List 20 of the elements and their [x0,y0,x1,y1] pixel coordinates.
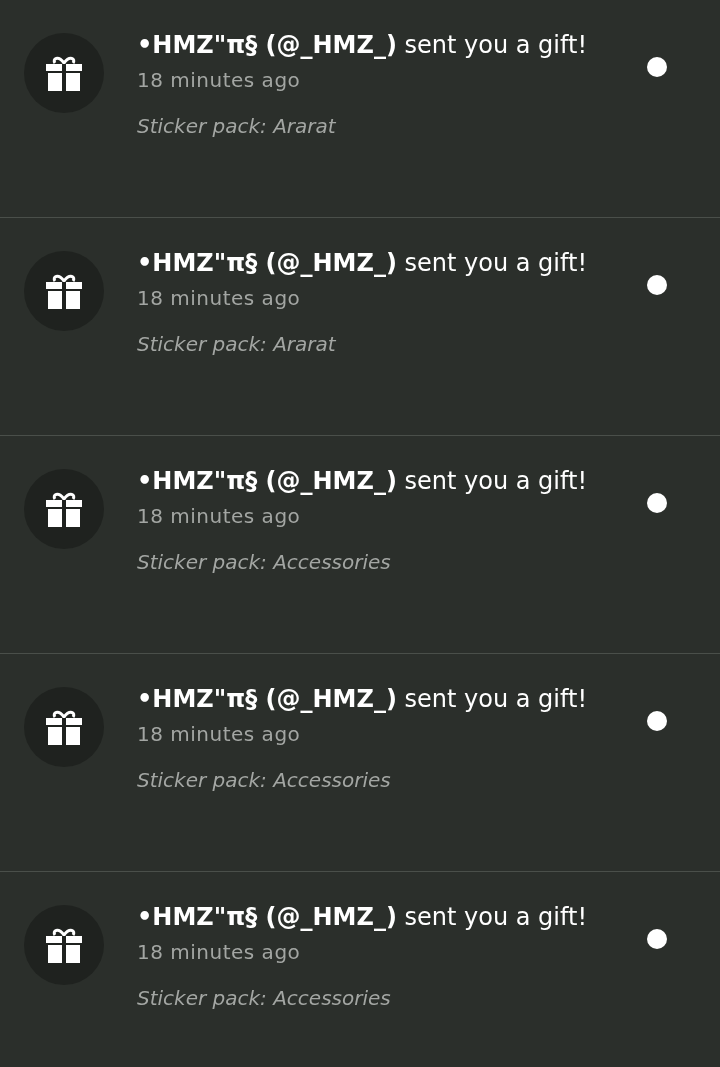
notification-message: •HMZ"π§ (@_HMZ_) sent you a gift! [137,248,589,279]
notification-message: •HMZ"π§ (@_HMZ_) sent you a gift! [137,684,589,715]
notification-time: 18 minutes ago [137,67,302,94]
notification-time: 18 minutes ago [137,939,302,966]
notification-message: •HMZ"π§ (@_HMZ_) sent you a gift! [137,902,589,933]
notification-item[interactable]: •HMZ"π§ (@_HMZ_) sent you a gift! 18 minutes ago Sticker pack: Accessories [0,872,720,1067]
notification-detail: Sticker pack: Accessories [137,550,392,574]
notification-detail: Sticker pack: Ararat [137,332,337,356]
notification-item[interactable]: •HMZ"π§ (@_HMZ_) sent you a gift! 18 minutes ago Sticker pack: Ararat [0,0,720,218]
notification-item[interactable]: •HMZ"π§ (@_HMZ_) sent you a gift! 18 minutes ago Sticker pack: Accessories [0,436,720,654]
notification-time: 18 minutes ago [137,721,302,748]
notification-item[interactable]: •HMZ"π§ (@_HMZ_) sent you a gift! 18 minutes ago Sticker pack: Accessories [0,654,720,872]
notification-time: 18 minutes ago [137,285,302,312]
notification-message: •HMZ"π§ (@_HMZ_) sent you a gift! [137,466,589,497]
notification-item[interactable]: •HMZ"π§ (@_HMZ_) sent you a gift! 18 minutes ago Sticker pack: Ararat [0,218,720,436]
notification-message: •HMZ"π§ (@_HMZ_) sent you a gift! [137,30,589,61]
notification-time: 18 minutes ago [137,503,302,530]
notification-detail: Sticker pack: Accessories [137,768,392,792]
notification-detail: Sticker pack: Ararat [137,114,337,138]
notification-detail: Sticker pack: Accessories [137,986,392,1010]
